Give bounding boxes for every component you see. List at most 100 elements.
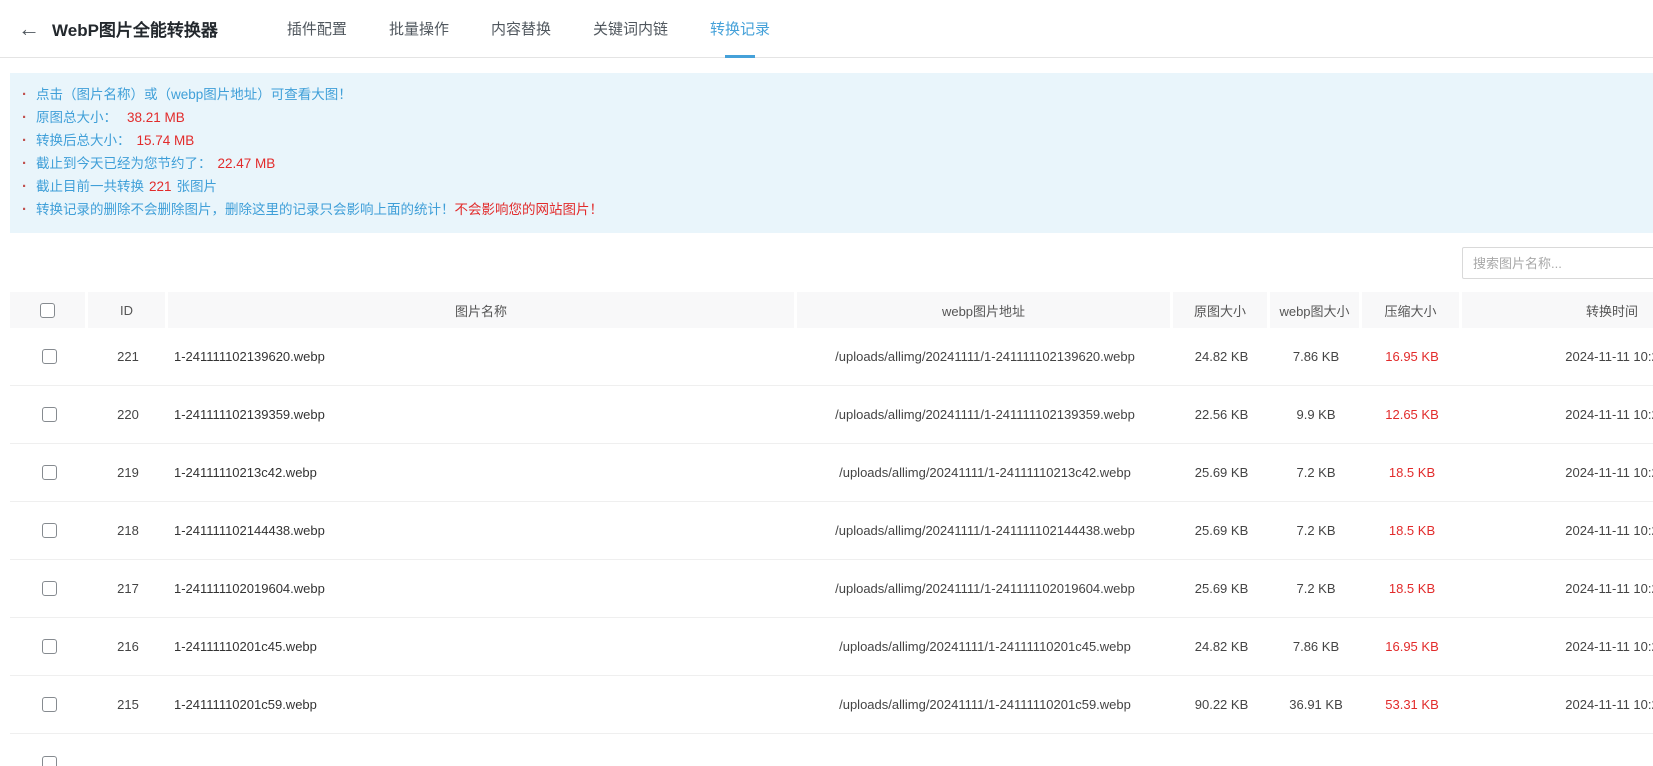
table-row-partial bbox=[10, 734, 1653, 766]
row-image-name-link[interactable]: 1-241111102139359.webp bbox=[168, 407, 797, 422]
row-conversion-time: 2024-11-11 10:2 bbox=[1462, 639, 1653, 654]
row-image-name-link[interactable]: 1-24111110213c42.webp bbox=[168, 465, 797, 480]
back-arrow-icon[interactable]: ← bbox=[18, 18, 40, 40]
table-row: 216 1-24111110201c45.webp /uploads/allim… bbox=[10, 618, 1653, 676]
row-id: 216 bbox=[88, 639, 168, 654]
column-header-url: webp图片地址 bbox=[797, 292, 1173, 328]
row-checkbox-cell bbox=[10, 407, 88, 422]
row-webp-url-link[interactable]: /uploads/allimg/20241111/1-2411111021396… bbox=[797, 349, 1173, 364]
count-prefix: 截止目前一共转换 bbox=[36, 175, 144, 198]
bullet-icon: · bbox=[22, 198, 36, 221]
notice-line-tip: · 点击（图片名称）或（webp图片地址）可查看大图！ bbox=[22, 83, 1637, 106]
row-image-name-link[interactable]: 1-241111102139620.webp bbox=[168, 349, 797, 364]
row-conversion-time: 2024-11-11 10:2 bbox=[1462, 523, 1653, 538]
table-header-row: ID 图片名称 webp图片地址 原图大小 webp图大小 压缩大小 转换时间 bbox=[10, 292, 1653, 328]
row-saved-size: 12.65 KB bbox=[1362, 407, 1462, 422]
delete-note-text: 转换记录的删除不会删除图片，删除这里的记录只会影响上面的统计！ bbox=[36, 198, 455, 221]
row-original-size: 24.82 KB bbox=[1173, 349, 1270, 364]
table-row: 221 1-241111102139620.webp /uploads/alli… bbox=[10, 328, 1653, 386]
column-header-webp-size: webp图大小 bbox=[1270, 292, 1362, 328]
row-checkbox-cell bbox=[10, 639, 88, 654]
page-title: WebP图片全能转换器 bbox=[52, 16, 218, 41]
bullet-icon: · bbox=[22, 83, 36, 106]
saved-total-value: 22.47 MB bbox=[218, 152, 276, 175]
row-image-name-link[interactable]: 1-241111102144438.webp bbox=[168, 523, 797, 538]
search-input[interactable] bbox=[1462, 247, 1653, 279]
row-original-size: 25.69 KB bbox=[1173, 581, 1270, 596]
row-webp-url-link[interactable]: /uploads/allimg/20241111/1-24111110213c4… bbox=[797, 465, 1173, 480]
row-webp-url-link[interactable]: /uploads/allimg/20241111/1-2411111021444… bbox=[797, 523, 1173, 538]
original-total-value: 38.21 MB bbox=[127, 106, 185, 129]
row-webp-size: 7.2 KB bbox=[1270, 465, 1362, 480]
row-webp-url-link[interactable]: /uploads/allimg/20241111/1-2411111020196… bbox=[797, 581, 1173, 596]
row-checkbox[interactable] bbox=[42, 581, 57, 596]
bullet-icon: · bbox=[22, 175, 36, 198]
tab-content-replace[interactable]: 内容替换 bbox=[488, 0, 554, 57]
table-row: 217 1-241111102019604.webp /uploads/alli… bbox=[10, 560, 1653, 618]
row-id: 221 bbox=[88, 349, 168, 364]
row-checkbox[interactable] bbox=[42, 639, 57, 654]
row-id: 217 bbox=[88, 581, 168, 596]
row-webp-url-link[interactable]: /uploads/allimg/20241111/1-24111110201c5… bbox=[797, 697, 1173, 712]
row-checkbox[interactable] bbox=[42, 756, 57, 766]
column-header-id: ID bbox=[88, 292, 168, 328]
notice-line-saved-total: · 截止到今天已经为您节约了： 22.47 MB bbox=[22, 152, 1637, 175]
row-checkbox[interactable] bbox=[42, 349, 57, 364]
row-original-size: 25.69 KB bbox=[1173, 465, 1270, 480]
stats-notice-box: · 点击（图片名称）或（webp图片地址）可查看大图！ · 原图总大小： 38.… bbox=[10, 73, 1653, 233]
table-row: 220 1-241111102139359.webp /uploads/alli… bbox=[10, 386, 1653, 444]
row-id: 218 bbox=[88, 523, 168, 538]
row-id: 220 bbox=[88, 407, 168, 422]
row-original-size: 24.82 KB bbox=[1173, 639, 1270, 654]
row-id: 219 bbox=[88, 465, 168, 480]
delete-warning-text: 不会影响您的网站图片！ bbox=[455, 198, 604, 221]
row-checkbox[interactable] bbox=[42, 697, 57, 712]
row-webp-url-link[interactable]: /uploads/allimg/20241111/1-2411111021393… bbox=[797, 407, 1173, 422]
conversion-records-table: ID 图片名称 webp图片地址 原图大小 webp图大小 压缩大小 转换时间 … bbox=[10, 292, 1653, 766]
row-webp-url-link[interactable]: /uploads/allimg/20241111/1-24111110201c4… bbox=[797, 639, 1173, 654]
row-checkbox-cell bbox=[10, 465, 88, 480]
column-header-name: 图片名称 bbox=[168, 292, 797, 328]
table-toolbar bbox=[0, 247, 1653, 279]
bullet-icon: · bbox=[22, 129, 36, 152]
column-header-time: 转换时间 bbox=[1462, 292, 1653, 328]
notice-tip-text: 点击（图片名称）或（webp图片地址）可查看大图！ bbox=[36, 83, 352, 106]
original-total-label: 原图总大小： bbox=[36, 106, 117, 129]
bullet-icon: · bbox=[22, 152, 36, 175]
select-all-checkbox[interactable] bbox=[40, 303, 55, 318]
row-conversion-time: 2024-11-11 10:2 bbox=[1462, 697, 1653, 712]
row-checkbox[interactable] bbox=[42, 465, 57, 480]
row-checkbox[interactable] bbox=[42, 523, 57, 538]
row-checkbox[interactable] bbox=[42, 407, 57, 422]
row-conversion-time: 2024-11-11 10:2 bbox=[1462, 465, 1653, 480]
table-row: 218 1-241111102144438.webp /uploads/alli… bbox=[10, 502, 1653, 560]
notice-line-count: · 截止目前一共转换 221 张图片 bbox=[22, 175, 1637, 198]
row-image-name-link[interactable]: 1-24111110201c45.webp bbox=[168, 639, 797, 654]
topbar: ← WebP图片全能转换器 插件配置 批量操作 内容替换 关键词内链 转换记录 bbox=[0, 0, 1653, 58]
row-checkbox-cell bbox=[10, 697, 88, 712]
row-image-name-link[interactable]: 1-241111102019604.webp bbox=[168, 581, 797, 596]
row-webp-size: 7.86 KB bbox=[1270, 349, 1362, 364]
row-webp-size: 36.91 KB bbox=[1270, 697, 1362, 712]
row-saved-size: 18.5 KB bbox=[1362, 465, 1462, 480]
bullet-icon: · bbox=[22, 106, 36, 129]
notice-line-delete-warning: · 转换记录的删除不会删除图片，删除这里的记录只会影响上面的统计！ 不会影响您的… bbox=[22, 198, 1637, 221]
row-conversion-time: 2024-11-11 10:2 bbox=[1462, 581, 1653, 596]
row-image-name-link[interactable]: 1-24111110201c59.webp bbox=[168, 697, 797, 712]
row-original-size: 22.56 KB bbox=[1173, 407, 1270, 422]
row-conversion-time: 2024-11-11 10:2 bbox=[1462, 407, 1653, 422]
row-checkbox-cell bbox=[10, 349, 88, 364]
row-checkbox-cell bbox=[10, 581, 88, 596]
tab-batch-ops[interactable]: 批量操作 bbox=[386, 0, 452, 57]
row-webp-size: 9.9 KB bbox=[1270, 407, 1362, 422]
row-checkbox-cell bbox=[10, 523, 88, 538]
column-header-orig-size: 原图大小 bbox=[1173, 292, 1270, 328]
tab-plugin-config[interactable]: 插件配置 bbox=[284, 0, 350, 57]
row-webp-size: 7.86 KB bbox=[1270, 639, 1362, 654]
row-id: 215 bbox=[88, 697, 168, 712]
notice-line-original-total: · 原图总大小： 38.21 MB bbox=[22, 106, 1637, 129]
converted-total-value: 15.74 MB bbox=[137, 129, 195, 152]
tab-keyword-links[interactable]: 关键词内链 bbox=[590, 0, 671, 57]
tab-conversion-records[interactable]: 转换记录 bbox=[707, 0, 773, 57]
row-saved-size: 16.95 KB bbox=[1362, 639, 1462, 654]
